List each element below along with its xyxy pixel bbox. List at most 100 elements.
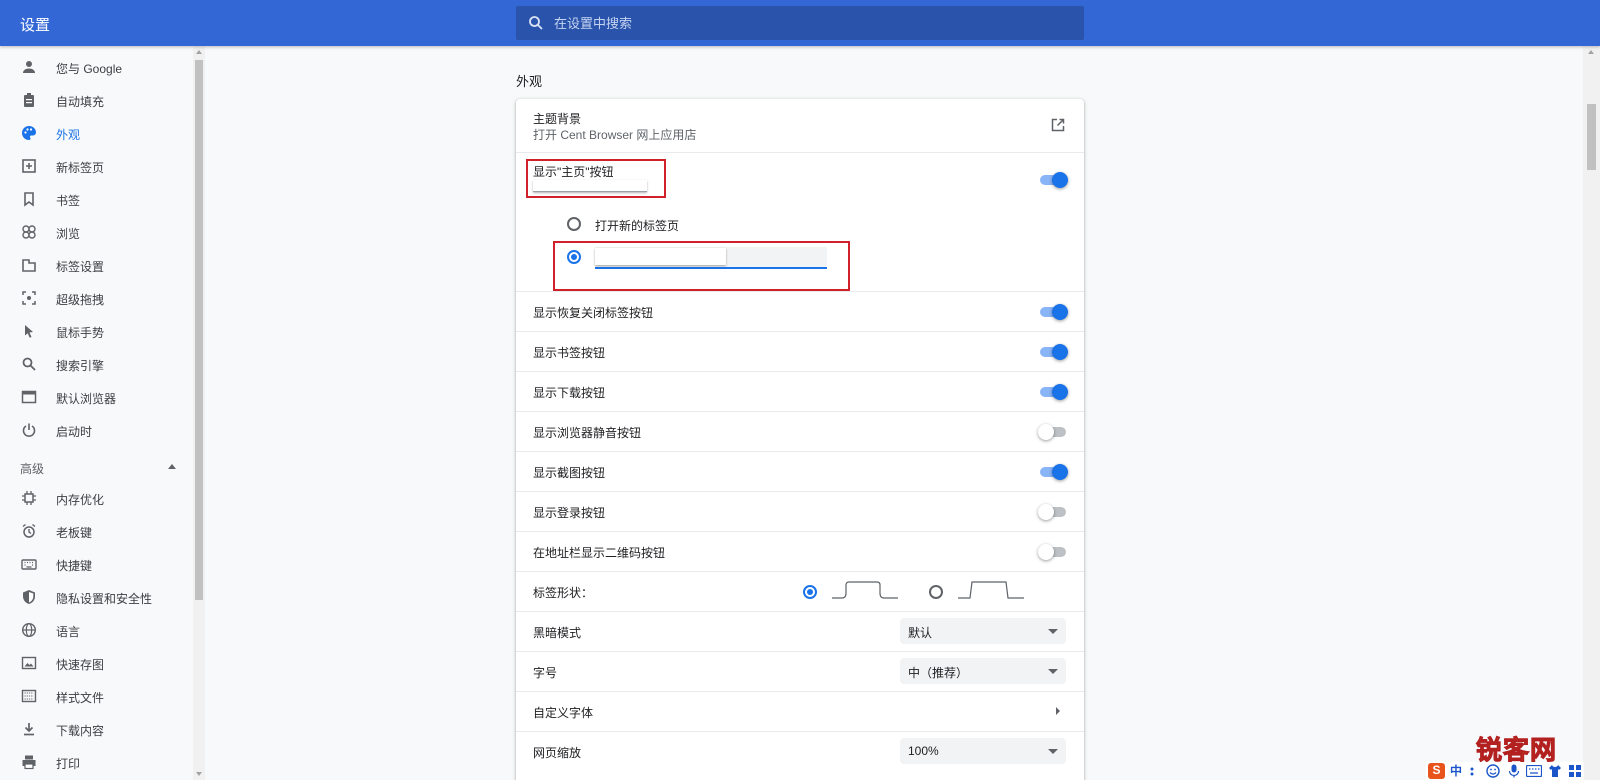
font-size-row: 字号 中（推荐） bbox=[516, 651, 1084, 691]
toggle-label: 显示恢复关闭标签按钮 bbox=[533, 306, 654, 320]
power-icon bbox=[22, 423, 36, 437]
keyboard-icon[interactable] bbox=[1526, 765, 1542, 777]
emoji-icon[interactable] bbox=[1486, 764, 1500, 778]
punctuation-icon[interactable] bbox=[1468, 765, 1480, 777]
custom-url-field[interactable] bbox=[595, 247, 827, 269]
search-icon bbox=[529, 16, 543, 30]
screenshot-button-toggle[interactable] bbox=[1040, 464, 1068, 480]
sidebar-item-you-and-google[interactable]: 您与 Google bbox=[0, 51, 193, 84]
sidebar-item-autofill[interactable]: 自动填充 bbox=[0, 84, 193, 117]
dark-mode-select[interactable]: 默认 bbox=[900, 618, 1066, 644]
sidebar-item-label: 标签设置 bbox=[56, 260, 105, 274]
radio-custom-url[interactable] bbox=[567, 250, 581, 264]
theme-row[interactable]: 主题背景 打开 Cent Browser 网上应用店 bbox=[516, 99, 1084, 152]
custom-fonts-row[interactable]: 自定义字体 bbox=[516, 691, 1084, 731]
sidebar-item-style-files[interactable]: 样式文件 bbox=[0, 680, 193, 713]
toggle-row-bookmarks[interactable]: 显示书签按钮 bbox=[516, 331, 1084, 371]
skin-icon[interactable] bbox=[1548, 764, 1562, 778]
sidebar-item-downloads[interactable]: 下载内容 bbox=[0, 713, 193, 746]
sidebar-item-bookmarks[interactable]: 书签 bbox=[0, 183, 193, 216]
home-button-toggle[interactable] bbox=[1040, 172, 1068, 188]
toggle-row-qrcode[interactable]: 在地址栏显示二维码按钮 bbox=[516, 531, 1084, 571]
toggle-row-restore-tab[interactable]: 显示恢复关闭标签按钮 bbox=[516, 291, 1084, 331]
image-icon bbox=[21, 656, 37, 670]
system-tray: S 中 bbox=[1426, 762, 1584, 780]
print-icon bbox=[22, 755, 36, 770]
qrcode-button-toggle[interactable] bbox=[1038, 544, 1066, 560]
sidebar-item-default-browser[interactable]: 默认浏览器 bbox=[0, 381, 193, 414]
sidebar-item-super-drag[interactable]: 超级拖拽 bbox=[0, 282, 193, 315]
sidebar-item-mouse-gestures[interactable]: 鼠标手势 bbox=[0, 315, 193, 348]
search-icon bbox=[22, 357, 36, 371]
style-file-icon bbox=[21, 689, 37, 703]
login-button-toggle[interactable] bbox=[1038, 504, 1066, 520]
scroll-down-arrow-icon[interactable] bbox=[196, 772, 202, 776]
sidebar-item-browse[interactable]: 浏览 bbox=[0, 216, 193, 249]
sidebar-item-languages[interactable]: 语言 bbox=[0, 614, 193, 647]
dropdown-caret-icon bbox=[1048, 669, 1058, 674]
font-size-label: 字号 bbox=[533, 666, 558, 680]
sidebar-item-tab-settings[interactable]: 标签设置 bbox=[0, 249, 193, 282]
microphone-icon[interactable] bbox=[1508, 764, 1520, 778]
sidebar-scrollbar[interactable] bbox=[193, 46, 205, 780]
sidebar-item-memory[interactable]: 内存优化 bbox=[0, 482, 193, 515]
sidebar-item-label: 样式文件 bbox=[56, 691, 105, 705]
tab-shape-rounded-icon bbox=[832, 581, 898, 599]
chevron-up-icon[interactable] bbox=[168, 464, 176, 469]
globe-icon bbox=[21, 622, 37, 638]
page-scrollbar[interactable] bbox=[1583, 46, 1600, 780]
toggle-label: 显示书签按钮 bbox=[533, 346, 606, 360]
ime-logo-icon[interactable]: S bbox=[1428, 763, 1445, 779]
browse-icon bbox=[22, 225, 36, 239]
sidebar-scrollbar-thumb[interactable] bbox=[195, 60, 203, 600]
downloads-button-toggle[interactable] bbox=[1040, 384, 1068, 400]
radio-open-new-tab[interactable] bbox=[567, 217, 581, 231]
sidebar-item-search-engine[interactable]: 搜索引擎 bbox=[0, 348, 193, 381]
font-size-value: 中（推荐） bbox=[908, 666, 969, 680]
tab-shape-label: 标签形状： bbox=[533, 586, 594, 600]
font-size-select[interactable]: 中（推荐） bbox=[900, 658, 1066, 684]
sidebar-item-privacy[interactable]: 隐私设置和安全性 bbox=[0, 581, 193, 614]
toggle-row-downloads[interactable]: 显示下载按钮 bbox=[516, 371, 1084, 411]
sidebar-item-label: 您与 Google bbox=[56, 62, 123, 76]
scroll-up-arrow-icon[interactable] bbox=[1588, 50, 1594, 54]
sidebar-item-shortcuts[interactable]: 快捷键 bbox=[0, 548, 193, 581]
bookmarks-button-toggle[interactable] bbox=[1040, 344, 1068, 360]
sidebar-item-print[interactable]: 打印 bbox=[0, 746, 193, 779]
page-scrollbar-thumb[interactable] bbox=[1587, 104, 1596, 170]
toolbox-icon[interactable] bbox=[1568, 764, 1582, 778]
sidebar-item-label: 语言 bbox=[56, 625, 81, 639]
sidebar-item-quick-save-image[interactable]: 快速存图 bbox=[0, 647, 193, 680]
toggle-row-mute[interactable]: 显示浏览器静音按钮 bbox=[516, 411, 1084, 451]
toggle-label: 在地址栏显示二维码按钮 bbox=[533, 546, 666, 560]
toggle-row-login[interactable]: 显示登录按钮 bbox=[516, 491, 1084, 531]
search-input[interactable] bbox=[554, 6, 1054, 40]
sidebar-item-boss-key[interactable]: 老板键 bbox=[0, 515, 193, 548]
advanced-section-header[interactable]: 高级 bbox=[20, 460, 44, 477]
sidebar-item-appearance[interactable]: 外观 bbox=[0, 117, 193, 150]
search-box[interactable] bbox=[516, 6, 1084, 40]
open-external-icon[interactable] bbox=[1051, 118, 1065, 132]
toggle-label: 显示登录按钮 bbox=[533, 506, 606, 520]
radio-tab-shape-square[interactable] bbox=[929, 585, 943, 599]
scroll-up-arrow-icon[interactable] bbox=[196, 50, 202, 54]
sidebar-item-on-startup[interactable]: 启动时 bbox=[0, 414, 193, 447]
sidebar-item-label: 快捷键 bbox=[56, 559, 93, 573]
mute-button-toggle[interactable] bbox=[1038, 424, 1066, 440]
new-tab-icon bbox=[22, 159, 36, 173]
toggle-row-screenshot[interactable]: 显示截图按钮 bbox=[516, 451, 1084, 491]
settings-header: 设置 bbox=[0, 0, 1600, 46]
sidebar-item-label: 隐私设置和安全性 bbox=[56, 592, 153, 606]
sidebar-item-new-tab[interactable]: 新标签页 bbox=[0, 150, 193, 183]
sidebar-item-label: 启动时 bbox=[56, 425, 93, 439]
sidebar: 您与 Google 自动填充 外观 新标签页 书签 浏览 标签设置 超级拖拽 鼠… bbox=[0, 46, 193, 780]
ime-mode-label[interactable]: 中 bbox=[1450, 764, 1462, 778]
cursor-icon bbox=[25, 325, 33, 338]
zoom-label: 网页缩放 bbox=[533, 746, 582, 760]
sidebar-item-label: 默认浏览器 bbox=[56, 392, 117, 406]
zoom-select[interactable]: 100% bbox=[900, 738, 1066, 764]
tab-shape-square-icon bbox=[958, 581, 1024, 599]
shield-icon bbox=[23, 590, 35, 604]
restore-tab-toggle[interactable] bbox=[1040, 304, 1068, 320]
radio-tab-shape-rounded[interactable] bbox=[803, 585, 817, 599]
